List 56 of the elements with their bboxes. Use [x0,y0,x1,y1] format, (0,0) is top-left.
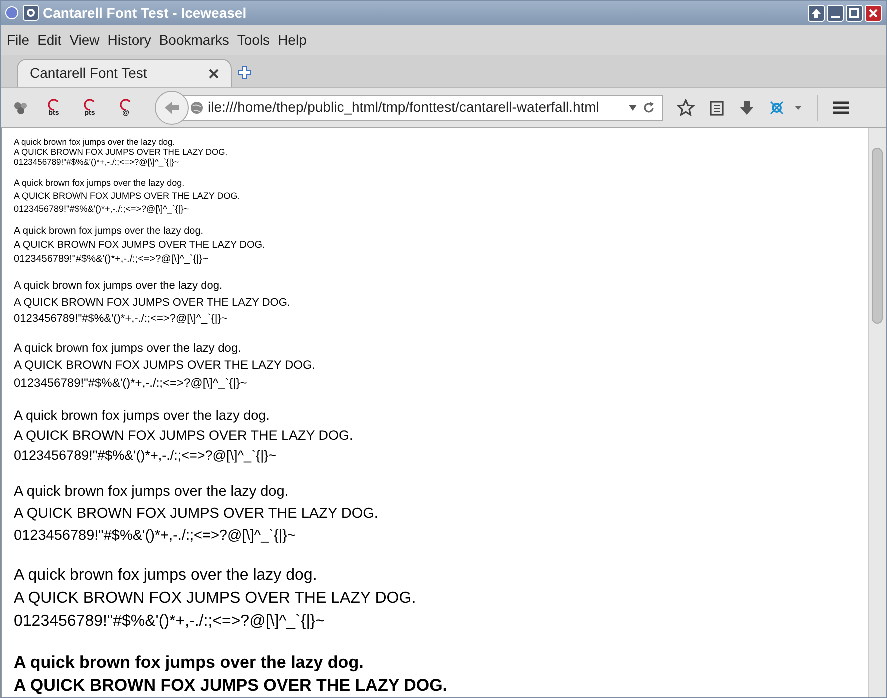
dropdown-icon[interactable] [628,104,638,112]
sample-text: A QUICK BROWN FOX JUMPS OVER THE LAZY DOG. [14,147,228,157]
sample-text: A QUICK BROWN FOX JUMPS OVER THE LAZY DOG. [14,589,416,609]
sample-text: A QUICK BROWN FOX JUMPS OVER THE LAZY DOG. [14,239,266,253]
menu-item[interactable]: Tools [233,30,274,50]
download-icon[interactable] [739,100,755,116]
menu-item[interactable]: File [3,30,34,50]
globe-icon [190,100,204,114]
sample-text: 0123456789!"#$%&'()*+,-./:;<=>?@[\]^_`{|}~ [14,374,248,392]
sample-text: 0123456789!"#$%&'()*+,-./:;<=>?@[\]^_`{|}~ [14,253,208,267]
sample-text: A quick brown fox jumps over the lazy dog. [14,652,364,674]
new-tab-icon[interactable] [238,66,252,80]
sample-text: A quick brown fox jumps over the lazy dog. [14,225,204,239]
sample-text: A QUICK BROWN FOX JUMPS OVER THE LAZY DOG. [14,190,240,203]
sample-text: A quick brown fox jumps over the lazy dog. [14,137,176,147]
menu-item[interactable]: View [66,30,104,50]
reload-icon[interactable] [642,100,656,114]
sample-text: A quick brown fox jumps over the lazy dog. [14,340,242,356]
sample-text: 0123456789!"#$%&'()*+,-./:;<=>?@[\]^_`{|}~ [14,447,276,465]
sample-text: A quick brown fox jumps over the lazy dog. [14,483,289,502]
sample-text: A QUICK BROWN FOX JUMPS OVER THE LAZY DOG. [14,505,378,524]
tab[interactable]: Cantarell Font Test [17,59,232,87]
back-button[interactable] [155,90,189,124]
star-icon[interactable] [677,98,695,116]
tab-label: Cantarell Font Test [30,64,148,83]
sample-text: A QUICK BROWN FOX JUMPS OVER THE LAZY DOG. [14,427,354,445]
sample-text: A quick brown fox jumps over the lazy dog. [14,407,270,425]
menu-item[interactable]: Bookmarks [155,30,234,50]
sample-text: A QUICK BROWN FOX JUMPS OVER THE LAZY DOG. [14,675,448,697]
sample-text: A QUICK BROWN FOX JUMPS OVER THE LAZY DOG. [14,296,290,310]
sample-text: 0123456789!"#$%&'()*+,-./:;<=>?@[\]^_`{|}~ [14,157,180,167]
sample-text: 0123456789!"#$%&'()*+,-./:;<=>?@[\]^_`{|}~ [14,312,228,327]
menu-item[interactable]: Edit [34,30,66,50]
sample-text: 0123456789!"#$%&'()*+,-./:;<=>?@[\]^_`{|}~ [14,527,296,546]
url-field[interactable]: ile:///home/thep/public_html/tmp/fonttest/cantarell-waterfall.html [183,94,663,120]
close-icon[interactable] [209,68,219,78]
app-icon [5,6,19,20]
window-menu-icon[interactable] [23,5,39,21]
sample-text: 0123456789!"#$%&'()*+,-./:;<=>?@[\]^_`{|}~ [14,612,326,632]
sample-text: 0123456789!"#$%&'()*+,-./:;<=>?@[\]^_`{|}~ [14,203,189,216]
sample-text: A quick brown fox jumps over the lazy dog. [14,566,318,586]
minimize-icon[interactable] [827,4,844,22]
arrow-left-icon [164,100,180,114]
window-title: Cantarell Font Test - Iceweasel [43,4,247,22]
scrollbar[interactable] [868,128,886,697]
clipboard-icon[interactable] [709,100,725,116]
sample-text: A QUICK BROWN FOX JUMPS OVER THE LAZY DOG. [14,357,316,374]
url-text: ile:///home/thep/public_html/tmp/fonttest/cantarell-waterfall.html [208,98,600,117]
menu-item[interactable]: Help [274,30,311,50]
raise-icon[interactable] [808,4,825,22]
sample-text: A quick brown fox jumps over the lazy dog. [14,279,222,294]
sample-text: A quick brown fox jumps over the lazy dog. [14,177,185,190]
menu-item[interactable]: History [104,30,156,50]
scrollbar-thumb[interactable] [872,148,883,324]
menu-icon[interactable] [832,100,850,116]
maximize-icon[interactable] [846,4,863,22]
